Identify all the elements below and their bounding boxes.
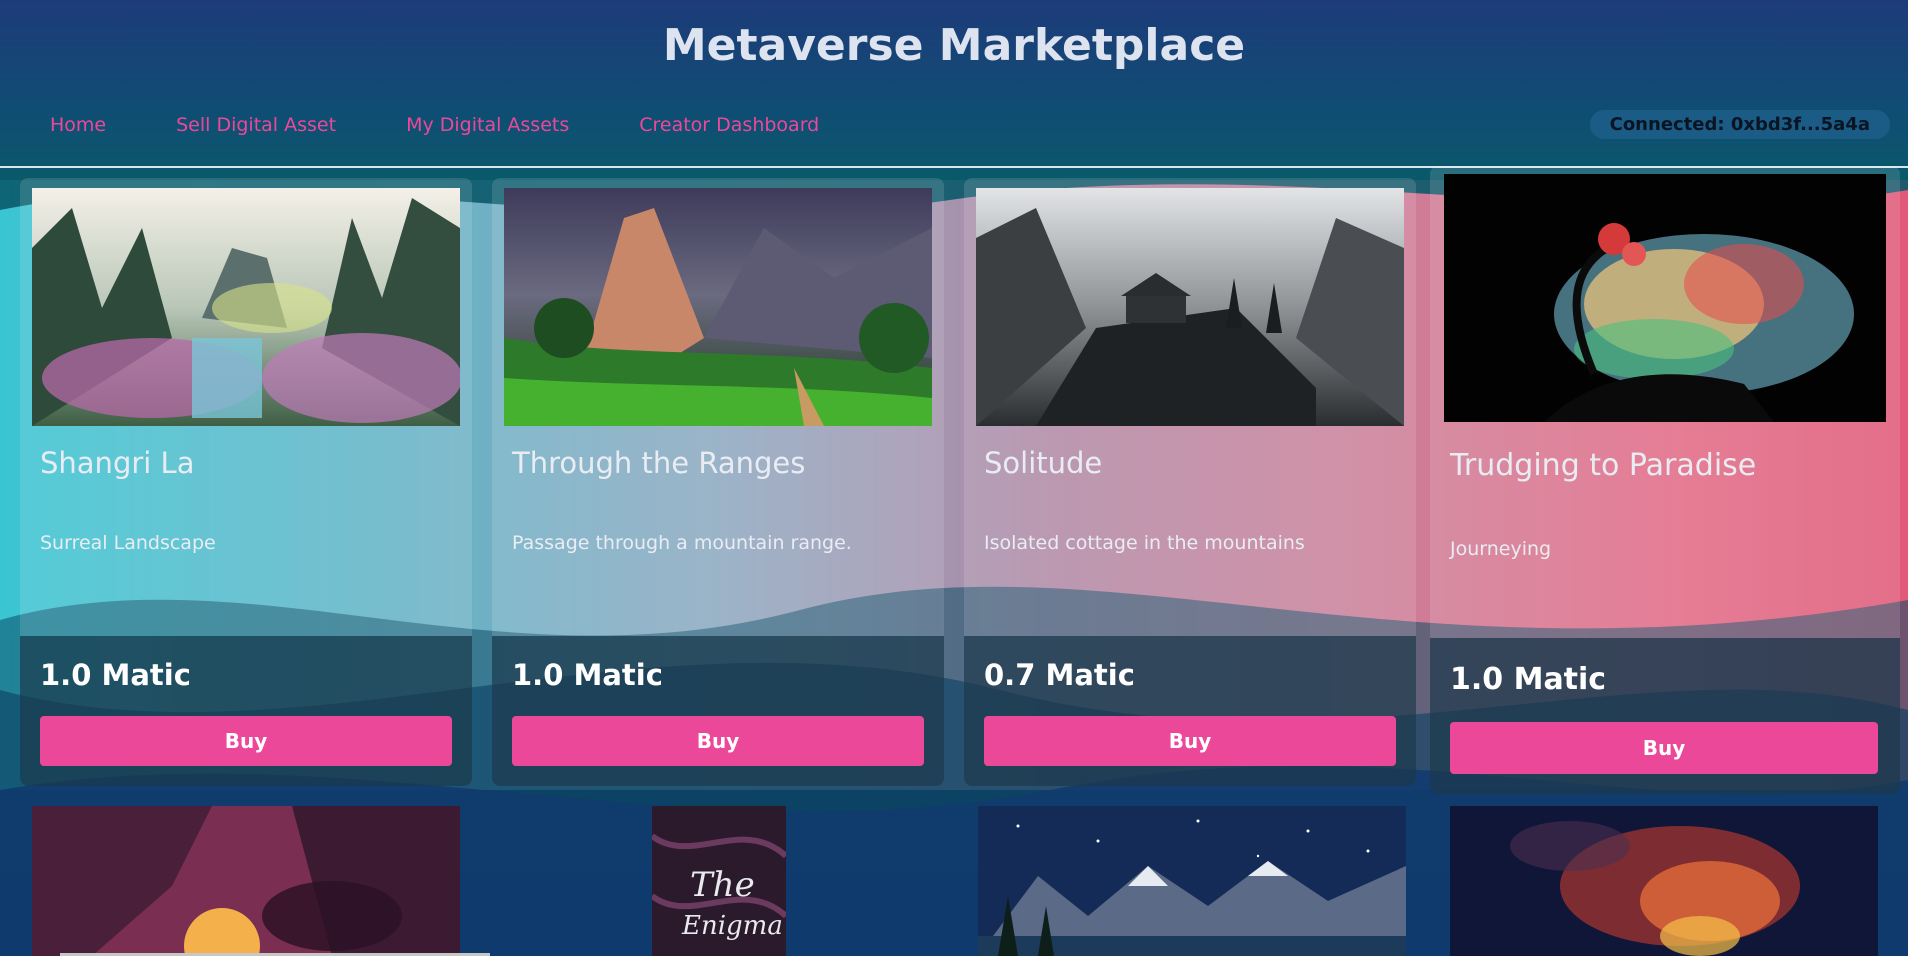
- listing-description: Surreal Landscape: [40, 532, 216, 554]
- buy-button[interactable]: Buy: [1450, 722, 1878, 774]
- listing-footer: 1.0 Matic Buy: [492, 636, 944, 786]
- sunset-canyon-image[interactable]: [32, 806, 460, 956]
- nav-sell-digital-asset-link[interactable]: Sell Digital Asset: [176, 114, 336, 136]
- solitude-image[interactable]: [976, 188, 1404, 426]
- listing-card: Through the Ranges Passage through a mou…: [492, 178, 944, 786]
- wallet-connected-badge[interactable]: Connected: 0xbd3f...5a4a: [1589, 110, 1890, 139]
- nebula-image[interactable]: [1450, 806, 1878, 956]
- shangri-la-image[interactable]: [32, 188, 460, 426]
- svg-text:Enigma: Enigma: [681, 911, 783, 941]
- buy-button[interactable]: Buy: [512, 716, 924, 766]
- nav-creator-dashboard-link[interactable]: Creator Dashboard: [639, 114, 819, 136]
- listing-card: Trudging to Paradise Journeying 1.0 Mati…: [1430, 166, 1900, 794]
- buy-button[interactable]: Buy: [984, 716, 1396, 766]
- listing-name: Through the Ranges: [512, 446, 806, 480]
- nav-home-link[interactable]: Home: [50, 114, 106, 136]
- listing-price: 1.0 Matic: [512, 658, 663, 692]
- listing-name: Solitude: [984, 446, 1103, 480]
- through-the-ranges-image[interactable]: [504, 188, 932, 426]
- svg-text:The: The: [690, 865, 755, 905]
- listing-price: 1.0 Matic: [40, 658, 191, 692]
- buy-button[interactable]: Buy: [40, 716, 452, 766]
- the-enigma-image[interactable]: The Enigma: [652, 806, 786, 956]
- listing-description: Isolated cottage in the mountains: [984, 532, 1305, 554]
- listing-description: Journeying: [1450, 538, 1552, 560]
- listing-card: Shangri La Surreal Landscape 1.0 Matic B…: [20, 178, 472, 786]
- listing-footer: 1.0 Matic Buy: [1430, 638, 1900, 794]
- listing-price: 1.0 Matic: [1450, 662, 1607, 697]
- main-nav: Home Sell Digital Asset My Digital Asset…: [50, 114, 889, 136]
- nav-my-digital-assets-link[interactable]: My Digital Assets: [406, 114, 569, 136]
- listing-name: Shangri La: [40, 446, 195, 480]
- listing-name: Trudging to Paradise: [1450, 448, 1757, 483]
- top-bar: Metaverse Marketplace Home Sell Digital …: [0, 0, 1908, 168]
- listing-price: 0.7 Matic: [984, 658, 1135, 692]
- trudging-to-paradise-image[interactable]: [1444, 174, 1886, 422]
- starry-mountains-image[interactable]: [978, 806, 1406, 956]
- site-title: Metaverse Marketplace: [662, 20, 1246, 71]
- listing-description: Passage through a mountain range.: [512, 532, 852, 554]
- listing-card: Solitude Isolated cottage in the mountai…: [964, 178, 1416, 786]
- listing-footer: 1.0 Matic Buy: [20, 636, 472, 786]
- listing-footer: 0.7 Matic Buy: [964, 636, 1416, 786]
